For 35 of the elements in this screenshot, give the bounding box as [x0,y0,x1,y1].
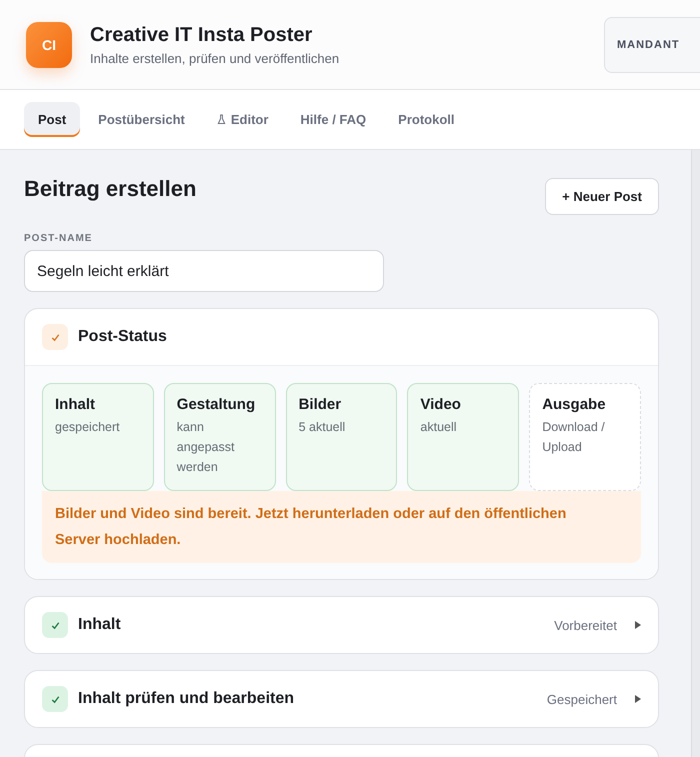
section-title: Inhalt prüfen und bearbeiten [78,690,296,708]
tile-detail: Download / Upload [542,419,606,456]
tile-detail: aktuell [420,419,458,436]
page-title: Beitrag erstellen [24,176,196,202]
tile-detail: gespeichert [55,419,121,436]
nav-tab[interactable]: Editor [202,102,282,137]
new-post-button[interactable]: + Neuer Post [545,178,659,215]
card-title: Post-Status [78,328,167,346]
section-status: Vorbereitet [554,618,617,632]
tile-title: Video [420,396,462,413]
scrollbar[interactable] [691,150,700,757]
nav-tab[interactable]: Post [24,102,80,137]
tile-title: Bilder [298,396,342,413]
post-name-input[interactable]: Segeln leicht erklärt [24,250,384,292]
tile-detail: 5 aktuell [298,419,346,436]
caret-icon [635,621,641,629]
tenant-button[interactable]: MANDANT [604,16,700,72]
section-header[interactable]: Inhalt prüfen und bearbeiten Gespeichert [24,670,659,728]
section-title: Inhalt [78,616,122,634]
notice-message: Bilder und Video sind bereit. Jetzt herunterladen oder auf den öffentlichen Server hochladen. [42,491,641,563]
field-label: POST-NAME [24,233,94,244]
section-header[interactable]: Inhalt Vorbereitet [24,596,659,654]
app-subtitle: Inhalte erstellen, prüfen und veröffentlichen [90,50,340,66]
flask-icon [216,114,226,125]
tile-title: Ausgabe [542,396,607,413]
nav-tab[interactable]: Hilfe / FAQ [286,102,380,137]
nav-tab[interactable]: Protokoll [384,102,468,137]
app-logo: CI [26,22,72,68]
tile-title: Inhalt [55,396,96,413]
tile-detail: kann angepasst werden [176,419,236,476]
tile-title: Gestaltung [176,396,256,413]
nav-tab[interactable]: Postübersicht [84,102,199,137]
caret-icon [635,695,641,703]
section-status: Gespeichert [546,692,617,706]
app-title: Creative IT Insta Poster [90,24,314,46]
